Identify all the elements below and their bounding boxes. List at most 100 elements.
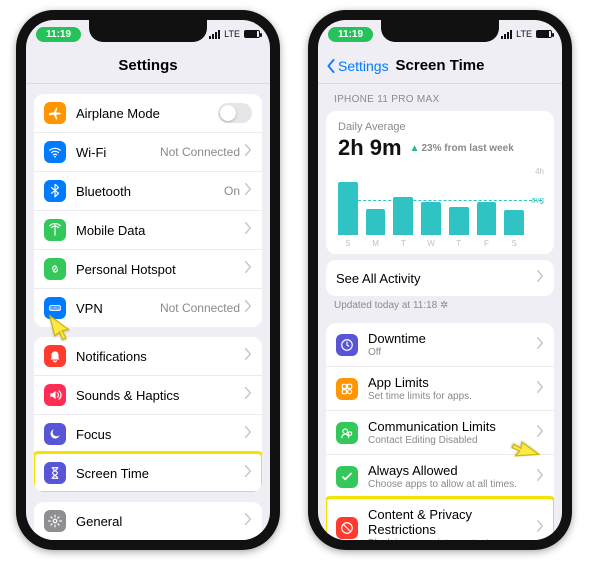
chevron-right-icon <box>536 336 544 354</box>
usage-card: Daily Average 2h 9m ▲ 23% from last week… <box>326 111 554 254</box>
signal-icon <box>501 30 512 39</box>
daily-average-value: 2h 9m <box>338 135 402 161</box>
option-row-app-limits[interactable]: App LimitsSet time limits for apps. <box>326 366 554 410</box>
chart-day-label: S <box>338 239 358 248</box>
chevron-right-icon <box>244 425 252 443</box>
settings-row-vpn[interactable]: VPNVPNNot Connected <box>34 288 262 327</box>
settings-row-wi-fi[interactable]: Wi-FiNot Connected <box>34 132 262 171</box>
spinner-icon: ✲ <box>440 300 448 311</box>
carrier-label: LTE <box>516 29 532 39</box>
option-row-downtime[interactable]: DowntimeOff <box>326 323 554 366</box>
row-label: Airplane Mode <box>76 106 218 121</box>
row-label: Communication LimitsContact Editing Disa… <box>368 419 536 446</box>
chevron-right-icon <box>536 269 544 287</box>
back-label: Settings <box>338 58 389 74</box>
chart-bar <box>449 207 469 235</box>
downtime-icon <box>336 334 358 356</box>
chevron-right-icon <box>244 182 252 200</box>
chart-day-label: T <box>393 239 413 248</box>
chart-x-labels: SMTWTFS <box>338 239 542 248</box>
chevron-right-icon <box>536 424 544 442</box>
page-title: Screen Time <box>396 57 485 74</box>
row-label: Bluetooth <box>76 184 224 199</box>
chevron-right-icon <box>536 380 544 398</box>
row-label: Screen Time <box>76 466 244 481</box>
row-sublabel: Contact Editing Disabled <box>368 435 536 446</box>
settings-row-focus[interactable]: Focus <box>34 414 262 453</box>
battery-icon <box>536 30 552 38</box>
chevron-right-icon <box>244 347 252 365</box>
status-icons: LTE <box>209 29 260 39</box>
settings-row-bluetooth[interactable]: BluetoothOn <box>34 171 262 210</box>
settings-row-airplane-mode[interactable]: Airplane Mode <box>34 94 262 132</box>
see-all-group: See All Activity <box>326 260 554 296</box>
link-icon <box>44 258 66 280</box>
row-label: Personal Hotspot <box>76 262 244 277</box>
airplane-icon <box>44 102 66 124</box>
row-value: Not Connected <box>160 145 240 159</box>
row-label: Wi-Fi <box>76 145 160 160</box>
time-pill: 11:19 <box>36 27 81 42</box>
arrow-up-icon: ▲ <box>410 143 420 154</box>
vpn-icon: VPN <box>44 297 66 319</box>
option-row-communication-limits[interactable]: Communication LimitsContact Editing Disa… <box>326 410 554 454</box>
nav-bar: Settings <box>26 48 270 84</box>
applimits-icon <box>336 378 358 400</box>
back-button[interactable]: Settings <box>326 58 389 74</box>
updated-label: Updated today at 11:18 ✲ <box>318 296 562 313</box>
screen-left: 11:19 LTE Settings Airplane ModeWi-FiNot… <box>26 20 270 540</box>
row-sublabel: Set time limits for apps. <box>368 391 536 402</box>
settings-group: Notifications Sounds & Haptics Focus Screen… <box>34 337 262 492</box>
settings-row-screen-time[interactable]: Screen Time <box>34 453 262 492</box>
chevron-right-icon <box>536 468 544 486</box>
chart-bar <box>338 182 358 235</box>
row-label: DowntimeOff <box>368 331 536 358</box>
chart-day-label: M <box>366 239 386 248</box>
delta-label: ▲ 23% from last week <box>410 143 514 154</box>
time-pill: 11:19 <box>328 27 373 42</box>
settings-group: GeneralControl CentreDisplay & Brightnes… <box>34 502 262 540</box>
chevron-right-icon <box>536 519 544 537</box>
row-sublabel: Off <box>368 347 536 358</box>
settings-row-sounds-haptics[interactable]: Sounds & Haptics <box>34 375 262 414</box>
moon-icon <box>44 423 66 445</box>
wifi-icon <box>44 141 66 163</box>
option-row-always-allowed[interactable]: Always AllowedChoose apps to allow at al… <box>326 454 554 498</box>
chevron-right-icon <box>244 221 252 239</box>
chevron-right-icon <box>244 260 252 278</box>
gear-icon <box>44 510 66 532</box>
nav-bar: Settings Screen Time <box>318 48 562 84</box>
settings-row-personal-hotspot[interactable]: Personal Hotspot <box>34 249 262 288</box>
settings-group: Airplane ModeWi-FiNot ConnectedBluetooth… <box>34 94 262 327</box>
settings-list[interactable]: Airplane ModeWi-FiNot ConnectedBluetooth… <box>26 84 270 540</box>
row-value: Not Connected <box>160 301 240 315</box>
y-max-label: 4h <box>535 167 544 176</box>
phone-frame-left: 11:19 LTE Settings Airplane ModeWi-FiNot… <box>16 10 280 550</box>
chevron-left-icon <box>326 59 336 73</box>
signal-icon <box>209 30 220 39</box>
row-label: Sounds & Haptics <box>76 388 244 403</box>
chart-day-label: F <box>477 239 497 248</box>
chevron-right-icon <box>244 143 252 161</box>
toggle-switch[interactable] <box>218 103 252 123</box>
option-row-content-privacy-restrictions[interactable]: Content & Privacy RestrictionsBlock inap… <box>326 498 554 540</box>
chevron-right-icon <box>244 464 252 482</box>
see-all-label: See All Activity <box>336 271 536 286</box>
battery-icon <box>244 30 260 38</box>
see-all-activity-row[interactable]: See All Activity <box>326 260 554 296</box>
comm-icon <box>336 422 358 444</box>
device-label: IPHONE 11 PRO MAX <box>318 84 562 107</box>
row-label: App LimitsSet time limits for apps. <box>368 375 536 402</box>
screentime-content[interactable]: IPHONE 11 PRO MAX Daily Average 2h 9m ▲ … <box>318 84 562 540</box>
carrier-label: LTE <box>224 29 240 39</box>
settings-row-mobile-data[interactable]: Mobile Data <box>34 210 262 249</box>
svg-text:VPN: VPN <box>51 306 59 311</box>
speaker-icon <box>44 384 66 406</box>
phone-frame-right: 11:19 LTE Settings Screen Time IPHONE 11… <box>308 10 572 550</box>
settings-row-notifications[interactable]: Notifications <box>34 337 262 375</box>
row-label: Mobile Data <box>76 223 244 238</box>
usage-chart: 4h avg <box>338 169 542 235</box>
bluetooth-icon <box>44 180 66 202</box>
status-icons: LTE <box>501 29 552 39</box>
settings-row-general[interactable]: General <box>34 502 262 540</box>
